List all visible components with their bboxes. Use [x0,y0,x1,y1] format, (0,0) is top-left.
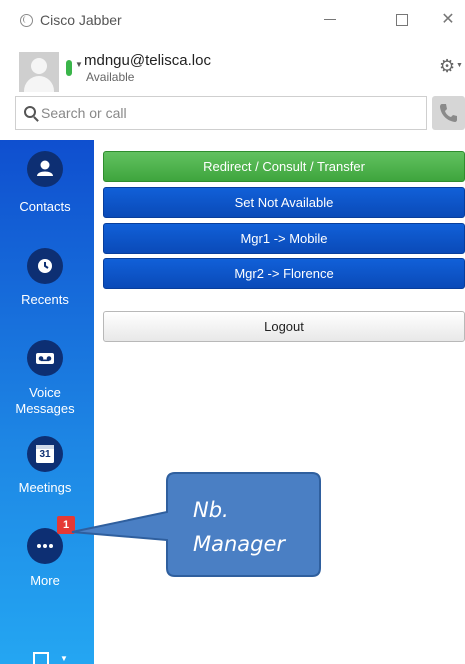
maximize-button[interactable] [384,6,420,34]
close-icon: ✕ [441,11,455,28]
calendar-date: 31 [39,449,51,460]
avatar-body [24,76,54,92]
user-name: mdngu@telisca.loc [84,52,211,69]
phone-icon [440,104,457,122]
clock-icon [27,248,63,284]
sidebar-item-label: Messages [15,401,75,416]
search-icon [24,106,36,118]
screen-icon[interactable] [33,652,49,664]
set-not-available-button[interactable]: Set Not Available [103,187,465,218]
voicemail-glyph [36,353,54,364]
sidebar-item-label: Meetings [18,480,72,495]
sidebar-item-label: Voice [29,385,61,400]
presence-indicator[interactable] [66,60,72,76]
search-box[interactable] [15,96,427,130]
sidebar-item-label: Recents [21,292,69,307]
mgr1-mobile-button[interactable]: Mgr1 -> Mobile [103,223,465,254]
contacts-glyph [37,160,53,176]
voicemail-icon [27,340,63,376]
avatar[interactable] [19,52,59,92]
presence-caret-icon[interactable]: ▼ [75,60,83,69]
window-title: Cisco Jabber [40,12,122,28]
avatar-head [31,58,47,74]
gear-icon[interactable]: ⚙ [439,56,455,77]
callout-line-1: Nb. [193,498,229,522]
minimize-button[interactable] [312,6,348,34]
gear-caret-icon[interactable]: ▼ [456,62,463,69]
sidebar-item-label: More [30,573,60,588]
callout-line-2: Manager [193,532,286,556]
sidebar-item-label: Contacts [19,199,71,214]
close-button[interactable]: ✕ [430,6,465,34]
jabber-logo-icon [20,14,33,27]
calendar-icon: 31 [27,436,63,472]
notification-badge: 1 [57,516,75,534]
minimize-icon [324,19,336,21]
user-status[interactable]: Available [86,70,134,84]
clock-glyph [38,259,52,273]
title-bar: Cisco Jabber ✕ [0,0,465,40]
screen-caret-icon[interactable]: ▼ [60,654,68,663]
callout: Nb. Manager [167,473,320,576]
redirect-consult-transfer-button[interactable]: Redirect / Consult / Transfer [103,151,465,182]
search-input[interactable] [41,102,421,124]
call-button[interactable] [432,96,465,130]
maximize-icon [396,13,408,26]
logout-button[interactable]: Logout [103,311,465,342]
contacts-icon [27,151,63,187]
mgr2-florence-button[interactable]: Mgr2 -> Florence [103,258,465,289]
